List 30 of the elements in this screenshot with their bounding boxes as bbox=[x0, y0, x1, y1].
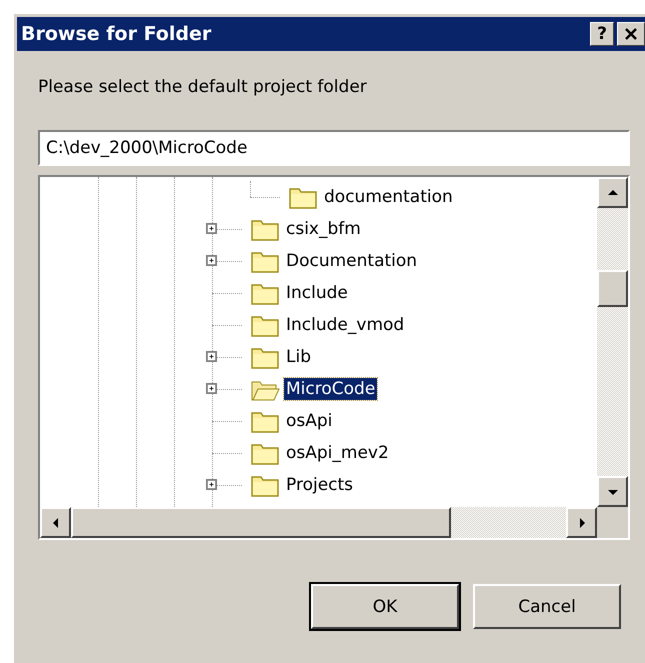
path-field[interactable]: C:\dev_2000\MicroCode bbox=[38, 130, 630, 166]
dialog-button[interactable]: Cancel bbox=[473, 584, 621, 629]
tree-item[interactable]: MicroCode bbox=[284, 378, 378, 400]
scroll-up-button[interactable] bbox=[597, 177, 628, 208]
scroll-thumb[interactable] bbox=[597, 270, 628, 307]
help-button[interactable]: ? bbox=[590, 22, 614, 46]
tree-item[interactable]: csix_bfm bbox=[284, 218, 363, 240]
folder-tree[interactable]: documentation csix_bfm Documentation Include Include_vmod Lib MicroCode osApi osApi_mev2 Projects bbox=[38, 175, 630, 540]
scroll-thumb[interactable] bbox=[71, 507, 451, 538]
tree-item[interactable]: Include bbox=[284, 282, 350, 304]
window-title: Browse for Folder bbox=[21, 23, 212, 45]
close-icon bbox=[624, 28, 638, 40]
scroll-left-button[interactable] bbox=[40, 507, 71, 538]
expand-icon[interactable] bbox=[206, 479, 217, 490]
dialog-button[interactable]: OK bbox=[311, 584, 459, 629]
expand-icon[interactable] bbox=[206, 223, 217, 234]
expand-icon[interactable] bbox=[206, 351, 217, 362]
tree-item[interactable]: Include_vmod bbox=[284, 314, 406, 336]
tree-item[interactable]: Lib bbox=[284, 346, 313, 368]
tree-item[interactable]: documentation bbox=[322, 186, 455, 208]
expand-icon[interactable] bbox=[206, 383, 217, 394]
tree-item[interactable]: osApi bbox=[284, 410, 334, 432]
tree-item[interactable]: Documentation bbox=[284, 250, 420, 272]
close-button[interactable] bbox=[617, 22, 645, 46]
expand-icon[interactable] bbox=[206, 255, 217, 266]
scroll-down-button[interactable] bbox=[597, 476, 628, 507]
prompt-text: Please select the default project folder bbox=[38, 77, 368, 97]
tree-item[interactable]: osApi_mev2 bbox=[284, 442, 391, 464]
tree-item[interactable]: Projects bbox=[284, 474, 356, 496]
scroll-right-button[interactable] bbox=[566, 507, 597, 538]
